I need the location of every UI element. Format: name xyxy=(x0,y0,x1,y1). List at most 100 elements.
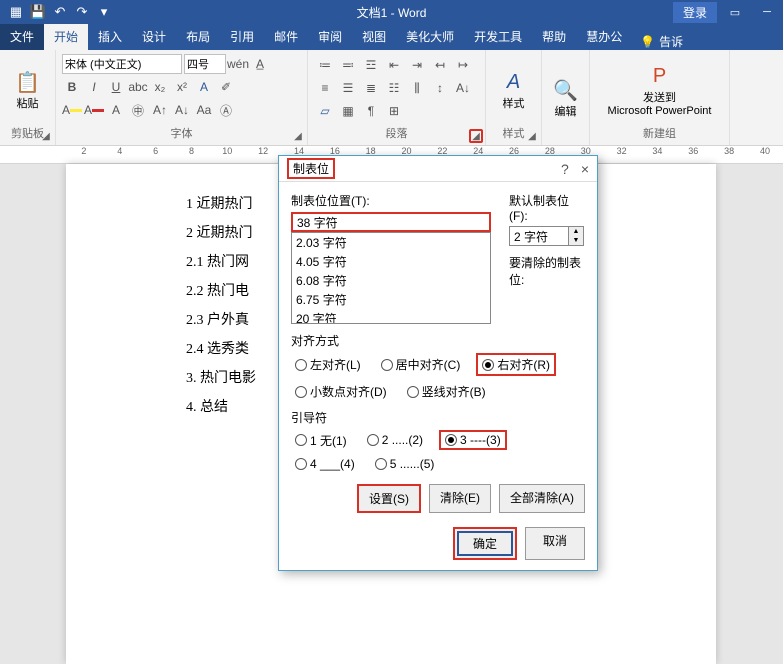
align-bar-radio[interactable]: 竖线对齐(B) xyxy=(403,382,490,401)
tab-position-input[interactable] xyxy=(291,212,491,232)
help-icon[interactable]: ? xyxy=(561,161,569,177)
title-bar: ▦ 💾 ↶ ↷ ▾ 文档1 - Word 登录 ▭ ─ xyxy=(0,0,783,24)
align-center-radio[interactable]: 居中对齐(C) xyxy=(377,353,465,376)
font-size-select[interactable] xyxy=(184,54,226,74)
indent-dec-icon[interactable]: ⇤ xyxy=(383,54,405,76)
editing-button[interactable]: 🔍 编辑 xyxy=(548,54,583,141)
undo-icon[interactable]: ↶ xyxy=(50,2,70,22)
ribbon-options-icon[interactable]: ▭ xyxy=(721,0,749,24)
list-item[interactable]: 6.08 字符 xyxy=(292,271,490,290)
spin-up-icon[interactable]: ▲ xyxy=(569,227,583,236)
tab-mail[interactable]: 邮件 xyxy=(264,23,308,50)
clear-all-button[interactable]: 全部清除(A) xyxy=(499,484,585,513)
minimize-icon[interactable]: ─ xyxy=(753,0,781,24)
qat-more-icon[interactable]: ▾ xyxy=(94,2,114,22)
tab-review[interactable]: 审阅 xyxy=(308,23,352,50)
shading-icon[interactable]: ▱ xyxy=(314,100,336,122)
text-effects-icon[interactable]: A xyxy=(194,77,214,97)
italic-button[interactable]: I xyxy=(84,77,104,97)
align-right-radio[interactable]: 右对齐(R) xyxy=(476,353,556,376)
align-center-icon[interactable]: ☰ xyxy=(337,77,359,99)
shrink-font-icon[interactable]: A↓ xyxy=(172,100,192,120)
indent-inc-icon[interactable]: ⇥ xyxy=(406,54,428,76)
tab-design[interactable]: 设计 xyxy=(132,23,176,50)
set-button[interactable]: 设置(S) xyxy=(357,484,421,513)
change-case-icon[interactable]: Aa xyxy=(194,100,214,120)
tab-home[interactable]: 开始 xyxy=(44,23,88,50)
subscript-button[interactable]: x₂ xyxy=(150,77,170,97)
tab-layout[interactable]: 布局 xyxy=(176,23,220,50)
multilevel-icon[interactable]: ☲ xyxy=(360,54,382,76)
paste-button[interactable]: 📋 粘贴 xyxy=(6,54,49,125)
strike-button[interactable]: abc xyxy=(128,77,148,97)
list-item[interactable]: 4.05 字符 xyxy=(292,252,490,271)
highlight-icon[interactable]: A xyxy=(62,100,82,120)
tell-me[interactable]: 💡告诉 xyxy=(632,33,691,50)
styles-button[interactable]: A 样式 xyxy=(492,54,535,125)
align-left-icon[interactable]: ≡ xyxy=(314,77,336,99)
font-color-icon[interactable]: A xyxy=(84,100,104,120)
ltr-icon[interactable]: ↤ xyxy=(429,54,451,76)
default-tab-input[interactable] xyxy=(509,226,569,246)
sort-icon[interactable]: A↓ xyxy=(452,77,474,99)
bullets-icon[interactable]: ≔ xyxy=(314,54,336,76)
tab-references[interactable]: 引用 xyxy=(220,23,264,50)
ok-button[interactable]: 确定 xyxy=(453,527,517,560)
redo-icon[interactable]: ↷ xyxy=(72,2,92,22)
show-marks-icon[interactable]: ¶ xyxy=(360,100,382,122)
tab-position-list[interactable]: 2.03 字符4.05 字符6.08 字符6.75 字符20 字符 xyxy=(291,232,491,324)
list-item[interactable]: 6.75 字符 xyxy=(292,290,490,309)
leader-dots-radio[interactable]: 2 .....(2) xyxy=(363,430,427,450)
line-spacing-icon[interactable]: ↕ xyxy=(429,77,451,99)
font-name-select[interactable] xyxy=(62,54,182,74)
close-icon[interactable]: × xyxy=(581,161,589,177)
align-left-radio[interactable]: 左对齐(L) xyxy=(291,353,365,376)
tab-beautify[interactable]: 美化大师 xyxy=(396,23,464,50)
tab-file[interactable]: 文件 xyxy=(0,23,44,50)
styles-launcher-icon[interactable]: ◢ xyxy=(525,129,539,143)
save-icon[interactable]: 💾 xyxy=(28,2,48,22)
ruler-mark: 40 xyxy=(747,146,783,156)
ruler-mark: 36 xyxy=(675,146,711,156)
superscript-button[interactable]: x² xyxy=(172,77,192,97)
leader-dash-radio[interactable]: 3 ----(3) xyxy=(439,430,507,450)
circled-a-icon[interactable]: Ⓐ xyxy=(216,100,236,120)
leader-under-radio[interactable]: 4 ___(4) xyxy=(291,456,359,472)
clear-button[interactable]: 清除(E) xyxy=(429,484,491,513)
spin-down-icon[interactable]: ▼ xyxy=(569,236,583,245)
enclose-icon[interactable]: ㊥ xyxy=(128,100,148,120)
list-item[interactable]: 20 字符 xyxy=(292,309,490,324)
cancel-button[interactable]: 取消 xyxy=(525,527,585,560)
font-launcher-icon[interactable]: ◢ xyxy=(291,129,305,143)
distribute-icon[interactable]: ⫼ xyxy=(406,77,428,99)
login-button[interactable]: 登录 xyxy=(673,2,717,23)
clipboard-launcher-icon[interactable]: ◢ xyxy=(39,129,53,143)
tab-help[interactable]: 帮助 xyxy=(532,23,576,50)
dialog-titlebar[interactable]: 制表位 ? × xyxy=(279,156,597,182)
leader-none-radio[interactable]: 1 无(1) xyxy=(291,430,351,450)
char-border-icon[interactable]: A̲ xyxy=(250,54,270,74)
underline-button[interactable]: U xyxy=(106,77,126,97)
list-item[interactable]: 2.03 字符 xyxy=(292,233,490,252)
send-to-ppt-button[interactable]: P 发送到Microsoft PowerPoint xyxy=(596,54,723,125)
leader-mdots-radio[interactable]: 5 ......(5) xyxy=(371,456,439,472)
tab-huioffice[interactable]: 慧办公 xyxy=(576,23,632,50)
phonetic-icon[interactable]: wén xyxy=(228,54,248,74)
tab-insert[interactable]: 插入 xyxy=(88,23,132,50)
align-decimal-radio[interactable]: 小数点对齐(D) xyxy=(291,382,391,401)
paragraph-launcher-icon[interactable]: ◢ xyxy=(469,129,483,143)
borders-icon[interactable]: ▦ xyxy=(337,100,359,122)
clear-format-icon[interactable]: ✐ xyxy=(216,77,236,97)
justify-icon[interactable]: ☷ xyxy=(383,77,405,99)
tab-view[interactable]: 视图 xyxy=(352,23,396,50)
numbering-icon[interactable]: ≕ xyxy=(337,54,359,76)
grow-font-icon[interactable]: A↑ xyxy=(150,100,170,120)
char-shading-icon[interactable]: A xyxy=(106,100,126,120)
align-right-icon[interactable]: ≣ xyxy=(360,77,382,99)
default-tab-spinner[interactable]: ▲▼ xyxy=(509,226,585,246)
rtl-icon[interactable]: ↦ xyxy=(452,54,474,76)
tab-developer[interactable]: 开发工具 xyxy=(464,23,532,50)
snap-grid-icon[interactable]: ⊞ xyxy=(383,100,405,122)
bold-button[interactable]: B xyxy=(62,77,82,97)
word-icon[interactable]: ▦ xyxy=(6,2,26,22)
